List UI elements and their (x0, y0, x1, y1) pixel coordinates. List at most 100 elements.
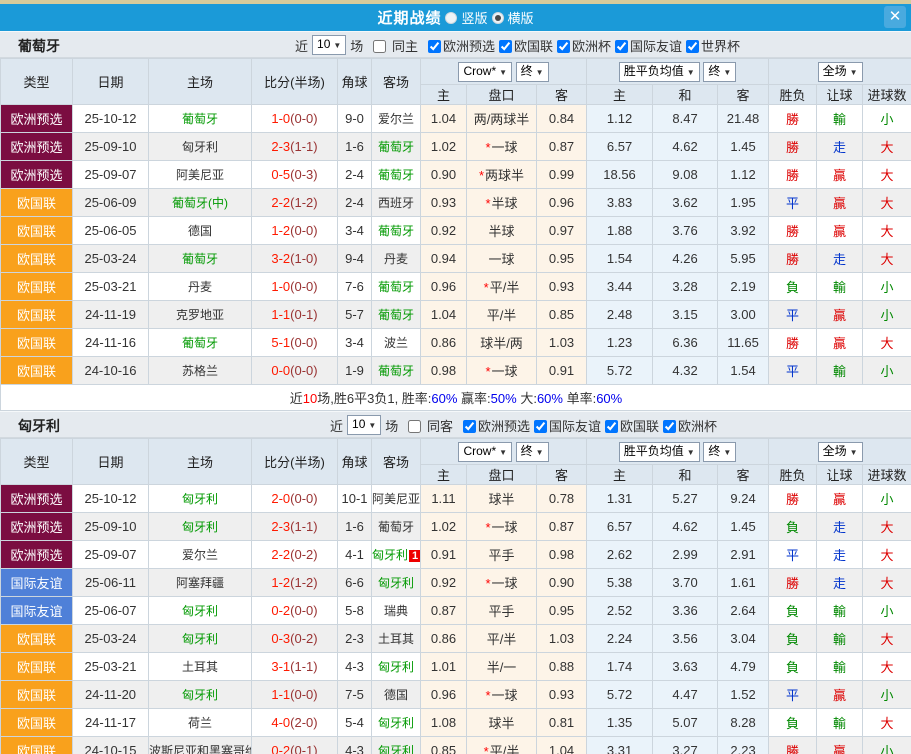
home-team-cell: 克罗地亚 (149, 301, 252, 329)
avg-win-cell: 3.44 (587, 273, 653, 301)
handicap-cell: *半球 (467, 189, 537, 217)
same-venue-checkbox-input[interactable] (373, 40, 386, 53)
competition-checkbox[interactable]: 欧洲杯 (557, 39, 611, 54)
result-cell: 勝 (769, 569, 817, 597)
fulltime-score: 1-1 (271, 307, 290, 322)
avg-win-cell: 3.31 (587, 737, 653, 754)
match-row: 欧洲预选25-09-10匈牙利2-3(1-1)1-6葡萄牙1.02*一球0.87… (1, 513, 911, 541)
competition-checkbox-input[interactable] (615, 40, 628, 53)
away-team-cell: 匈牙利 (372, 709, 421, 737)
recent-count-select[interactable]: 10▼ (312, 35, 346, 55)
handicap-result-cell: 贏 (817, 189, 863, 217)
avg-select[interactable]: 胜平负均值▼ (619, 62, 700, 82)
match-date-cell: 25-06-09 (73, 189, 149, 217)
avg-stage-select[interactable]: 终▼ (703, 62, 736, 82)
goals-result-cell: 小 (863, 597, 911, 625)
away-team-name: 爱尔兰 (378, 112, 414, 126)
competition-checkbox[interactable]: 国际友谊 (615, 39, 682, 54)
competition-checkbox[interactable]: 国际友谊 (534, 419, 601, 434)
away-team-cell: 波兰 (372, 329, 421, 357)
match-row: 欧洲预选25-09-07阿美尼亚0-5(0-3)2-4葡萄牙0.90*两球半0.… (1, 161, 911, 189)
avg-select[interactable]: 胜平负均值▼ (619, 442, 700, 462)
match-row: 欧国联25-06-09葡萄牙(中)2-2(1-2)2-4西班牙0.93*半球0.… (1, 189, 911, 217)
competition-checkbox[interactable]: 欧洲预选 (463, 419, 530, 434)
goals-result-cell: 大 (863, 217, 911, 245)
avg-draw-cell: 3.62 (653, 189, 718, 217)
score-cell: 1-2(0-0) (252, 217, 338, 245)
match-row: 欧国联25-03-21土耳其3-1(1-1)4-3匈牙利1.01半/一0.881… (1, 653, 911, 681)
same-venue-checkbox[interactable]: 同主 (373, 36, 418, 55)
away-odds-cell: 0.78 (537, 485, 587, 513)
score-cell: 5-1(0-0) (252, 329, 338, 357)
layout-radio-horizontal[interactable]: 横版 (492, 8, 534, 27)
score-cell: 0-2(0-1) (252, 737, 338, 754)
same-venue-checkbox-input[interactable] (408, 420, 421, 433)
avg-draw-cell: 6.36 (653, 329, 718, 357)
match-type-cell: 欧国联 (1, 653, 73, 681)
competition-checkbox-input[interactable] (499, 40, 512, 53)
competition-checkbox-input[interactable] (605, 420, 618, 433)
avg-lose-cell: 11.65 (718, 329, 769, 357)
home-team-cell: 葡萄牙(中) (149, 189, 252, 217)
halftime-score: (0-0) (290, 111, 317, 126)
result-cell: 負 (769, 597, 817, 625)
corner-cell: 4-3 (338, 653, 372, 681)
sections-container: 葡萄牙 近 10▼ 场 同主 欧洲预选欧国联欧洲杯国际友谊世界杯 (0, 31, 911, 754)
competition-checkbox-input[interactable] (686, 40, 699, 53)
halftime-score: (0-1) (290, 307, 317, 322)
fulltime-select[interactable]: 全场▼ (818, 442, 863, 462)
handicap-result-cell: 輸 (817, 597, 863, 625)
fulltime-score: 1-2 (271, 575, 290, 590)
avg-win-cell: 5.38 (587, 569, 653, 597)
match-row: 欧洲预选25-09-07爱尔兰2-2(0-2)4-1匈牙利10.91平手0.98… (1, 541, 911, 569)
layout-radio-vertical[interactable]: 竖版 (445, 8, 487, 27)
avg-win-cell: 1.12 (587, 105, 653, 133)
home-team-name: 苏格兰 (182, 364, 218, 378)
fulltime-select[interactable]: 全场▼ (818, 62, 863, 82)
score-cell: 2-3(1-1) (252, 133, 338, 161)
bookmaker-select[interactable]: Crow*▼ (458, 442, 512, 462)
competition-checkbox-input[interactable] (463, 420, 476, 433)
fulltime-group-header: 全场▼ (769, 59, 911, 85)
away-team-cell: 葡萄牙 (372, 217, 421, 245)
score-cell: 1-1(0-1) (252, 301, 338, 329)
avg-stage-select[interactable]: 终▼ (703, 442, 736, 462)
competition-checkbox-input[interactable] (663, 420, 676, 433)
subcol-home-odds: 主 (421, 465, 467, 485)
halftime-score: (1-2) (290, 575, 317, 590)
fulltime-score: 0-5 (271, 167, 290, 182)
home-odds-cell: 0.94 (421, 245, 467, 273)
home-team-name: 波斯尼亚和黑塞哥维那 (149, 744, 252, 754)
subcol-avg-win: 主 (587, 85, 653, 105)
subcol-home-odds: 主 (421, 85, 467, 105)
home-team-cell: 阿塞拜疆 (149, 569, 252, 597)
competition-checkbox[interactable]: 欧洲预选 (428, 39, 495, 54)
odds-stage-select[interactable]: 终▼ (516, 442, 549, 462)
bookmaker-select[interactable]: Crow*▼ (458, 62, 512, 82)
avg-lose-cell: 4.79 (718, 653, 769, 681)
goals-result-cell: 大 (863, 541, 911, 569)
competition-checkbox-input[interactable] (557, 40, 570, 53)
goals-result-cell: 小 (863, 681, 911, 709)
halftime-score: (2-0) (290, 715, 317, 730)
matches-tbody: 欧洲预选25-10-12匈牙利2-0(0-0)10-1阿美尼亚1.11球半0.7… (1, 485, 911, 754)
fulltime-score: 2-2 (271, 195, 290, 210)
odds-stage-select[interactable]: 终▼ (516, 62, 549, 82)
score-cell: 2-2(0-2) (252, 541, 338, 569)
competition-checkbox[interactable]: 欧国联 (605, 419, 659, 434)
same-venue-checkbox[interactable]: 同客 (408, 416, 453, 435)
competition-label: 国际友谊 (549, 419, 601, 434)
match-type-cell: 欧国联 (1, 217, 73, 245)
competition-checkbox[interactable]: 欧洲杯 (663, 419, 717, 434)
competition-checkbox-input[interactable] (534, 420, 547, 433)
avg-draw-cell: 3.56 (653, 625, 718, 653)
recent-count-select[interactable]: 10▼ (347, 415, 381, 435)
competition-checkbox[interactable]: 欧国联 (499, 39, 553, 54)
subcol-result: 胜负 (769, 85, 817, 105)
close-button[interactable]: ✕ (884, 6, 906, 28)
away-odds-cell: 0.87 (537, 133, 587, 161)
competition-checkbox[interactable]: 世界杯 (686, 39, 740, 54)
competition-checkbox-input[interactable] (428, 40, 441, 53)
star-marker: * (485, 196, 490, 211)
home-odds-cell: 1.04 (421, 105, 467, 133)
